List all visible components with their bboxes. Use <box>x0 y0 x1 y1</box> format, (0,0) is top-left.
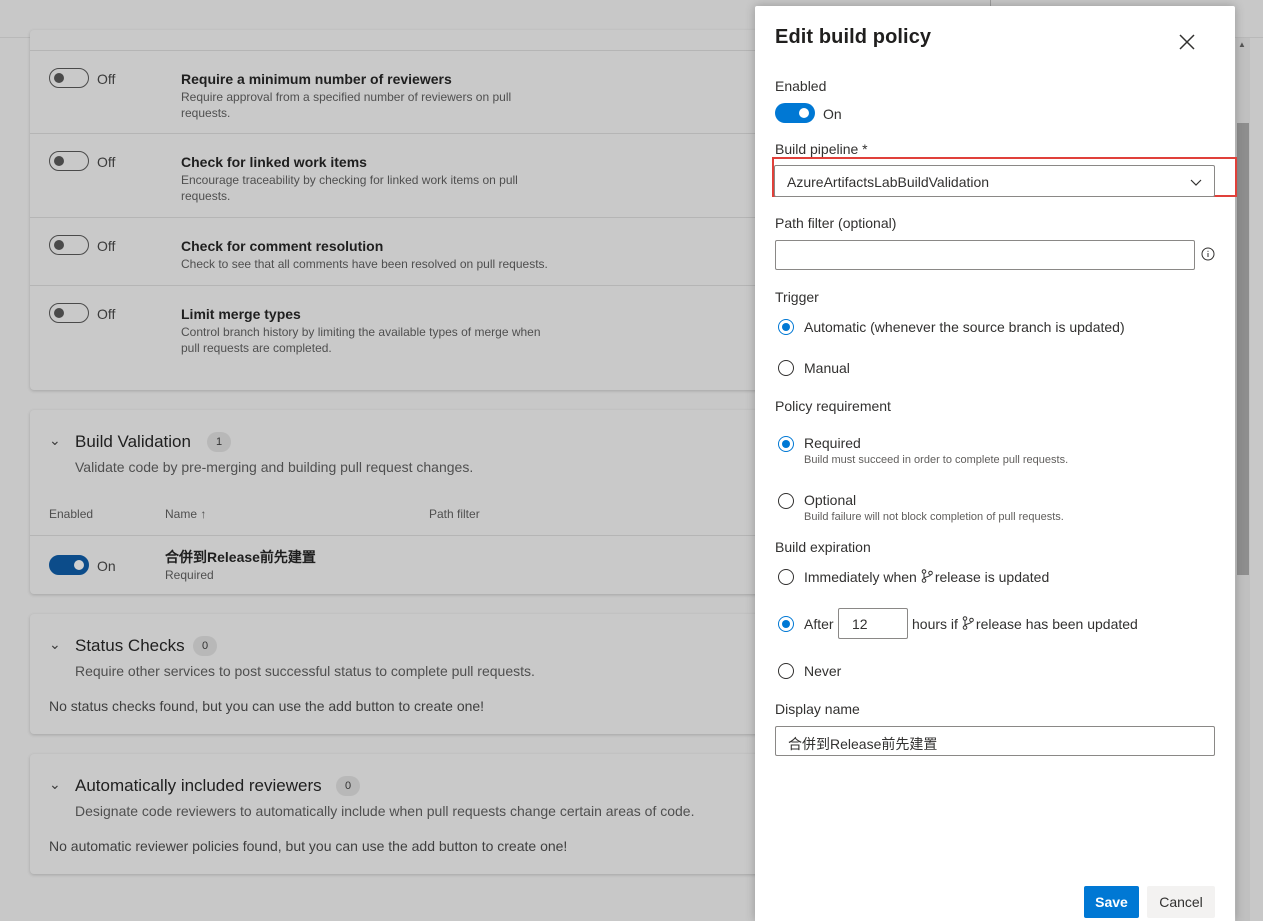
count-badge: 1 <box>207 432 231 452</box>
policy-toggle[interactable] <box>49 68 89 88</box>
empty-message: No status checks found, but you can use … <box>49 698 485 714</box>
optional-label[interactable]: Optional <box>804 492 856 508</box>
policy-row: Off Limit merge types Control branch his… <box>30 286 790 370</box>
panel-title: Edit build policy <box>775 26 932 48</box>
policy-toggle[interactable] <box>49 151 89 171</box>
empty-message: No automatic reviewer policies found, bu… <box>49 838 568 854</box>
required-radio[interactable] <box>778 436 794 452</box>
toggle-state-label: Off <box>97 238 116 254</box>
policy-title: Check for comment resolution <box>181 238 384 254</box>
pipeline-label: Build pipeline * <box>775 141 868 157</box>
section-description: Validate code by pre-merging and buildin… <box>75 459 474 475</box>
expire-immediately-radio[interactable] <box>778 569 794 585</box>
display-name-label: Display name <box>775 701 860 717</box>
section-title: Status Checks <box>75 636 185 655</box>
pipeline-value: AzureArtifactsLabBuildValidation <box>787 174 990 190</box>
cancel-button[interactable]: Cancel <box>1147 886 1215 918</box>
count-badge: 0 <box>193 636 217 656</box>
optional-radio[interactable] <box>778 493 794 509</box>
required-label[interactable]: Required <box>804 435 861 451</box>
section-title: Build Validation <box>75 432 191 451</box>
display-name-input[interactable]: 合併到Release前先建置 <box>775 726 1215 756</box>
chevron-down-icon[interactable]: ⌄ <box>49 636 61 653</box>
pipeline-dropdown[interactable]: AzureArtifactsLabBuildValidation <box>774 165 1215 197</box>
enabled-label: Enabled <box>775 78 827 94</box>
expire-after-radio[interactable] <box>778 616 794 632</box>
policy-title: Limit merge types <box>181 306 301 322</box>
info-icon[interactable] <box>1201 247 1215 261</box>
build-policy-toggle[interactable] <box>49 555 89 575</box>
branch-icon <box>962 616 974 630</box>
status-checks-card: ⌄ Status Checks 0 Require other services… <box>30 614 790 734</box>
scrollbar-thumb[interactable] <box>1237 123 1249 575</box>
branch-policies-card: Off Require a minimum number of reviewer… <box>30 30 790 390</box>
path-filter-label: Path filter (optional) <box>775 215 897 231</box>
toggle-state-label: On <box>97 558 116 574</box>
divider <box>30 535 790 536</box>
policy-row: Off Check for comment resolution Check t… <box>30 218 790 286</box>
build-expiration-label: Build expiration <box>775 539 871 555</box>
save-button[interactable]: Save <box>1084 886 1139 918</box>
display-name-value: 合併到Release前先建置 <box>788 736 938 752</box>
expire-never-radio[interactable] <box>778 663 794 679</box>
expire-never-label[interactable]: Never <box>804 663 841 679</box>
policy-title: Require a minimum number of reviewers <box>181 71 452 87</box>
close-icon[interactable] <box>1175 30 1199 54</box>
section-description: Require other services to post successfu… <box>75 663 535 679</box>
policy-requirement-label: Policy requirement <box>775 398 891 414</box>
trigger-label: Trigger <box>775 289 819 305</box>
build-validation-card: ⌄ Build Validation 1 Validate code by pr… <box>30 410 790 594</box>
hours-value: 12 <box>852 616 868 632</box>
enabled-toggle[interactable] <box>775 103 815 123</box>
hours-input[interactable]: 12 <box>838 608 908 639</box>
toggle-state-label: Off <box>97 154 116 170</box>
policy-description: Control branch history by limiting the a… <box>181 325 541 355</box>
column-header-name[interactable]: Name ↑ <box>165 507 206 521</box>
expire-after-tail: release has been updated <box>975 616 1138 632</box>
section-description: Designate code reviewers to automaticall… <box>75 803 695 819</box>
policy-title: Check for linked work items <box>181 154 367 170</box>
column-header-enabled: Enabled <box>49 507 94 521</box>
toggle-state-label: Off <box>97 71 116 87</box>
section-title: Automatically included reviewers <box>75 776 322 795</box>
policy-toggle[interactable] <box>49 235 89 255</box>
policy-toggle[interactable] <box>49 303 89 323</box>
trigger-manual-radio[interactable] <box>778 360 794 376</box>
auto-reviewers-card: ⌄ Automatically included reviewers 0 Des… <box>30 754 790 874</box>
chevron-down-icon[interactable]: ⌄ <box>49 432 61 449</box>
toggle-state-label: Off <box>97 306 116 322</box>
expire-after-mid: hours if <box>912 616 958 632</box>
trigger-manual-label[interactable]: Manual <box>804 360 850 376</box>
policy-description: Encourage traceability by checking for l… <box>181 173 518 203</box>
chevron-down-icon[interactable]: ⌄ <box>49 776 61 793</box>
chevron-down-icon <box>1190 179 1202 186</box>
build-policy-status: Required <box>165 568 214 582</box>
scroll-up-arrow-icon[interactable]: ▲ <box>1238 40 1246 49</box>
trigger-automatic-label[interactable]: Automatic (whenever the source branch is… <box>804 319 1125 335</box>
required-sublabel: Build must succeed in order to complete … <box>804 454 1069 466</box>
scrollbar[interactable] <box>1236 38 1250 921</box>
enabled-state-label: On <box>823 106 842 122</box>
policy-description: Require approval from a specified number… <box>181 90 512 120</box>
path-filter-input[interactable] <box>775 240 1195 270</box>
optional-sublabel: Build failure will not block completion … <box>804 511 1064 523</box>
policy-row: Off Require a minimum number of reviewer… <box>30 50 790 134</box>
count-badge: 0 <box>336 776 360 796</box>
edit-build-policy-panel: Edit build policy Enabled On Build pipel… <box>755 6 1237 921</box>
expire-immediately-label[interactable]: Immediately when release is updated <box>804 569 1049 585</box>
column-header-path: Path filter <box>429 507 480 521</box>
expire-immediately-suffix: release is updated <box>934 569 1050 585</box>
trigger-automatic-radio[interactable] <box>778 319 794 335</box>
expire-immediately-prefix: Immediately when <box>804 569 917 585</box>
policy-row: Off Check for linked work items Encourag… <box>30 134 790 218</box>
policy-description: Check to see that all comments have been… <box>181 257 548 271</box>
build-policy-name[interactable]: 合併到Release前先建置 <box>165 547 316 567</box>
expire-after-suffix: hours if release has been updated <box>912 616 1138 632</box>
expire-after-label[interactable]: After <box>804 616 834 632</box>
branch-icon <box>921 569 933 583</box>
